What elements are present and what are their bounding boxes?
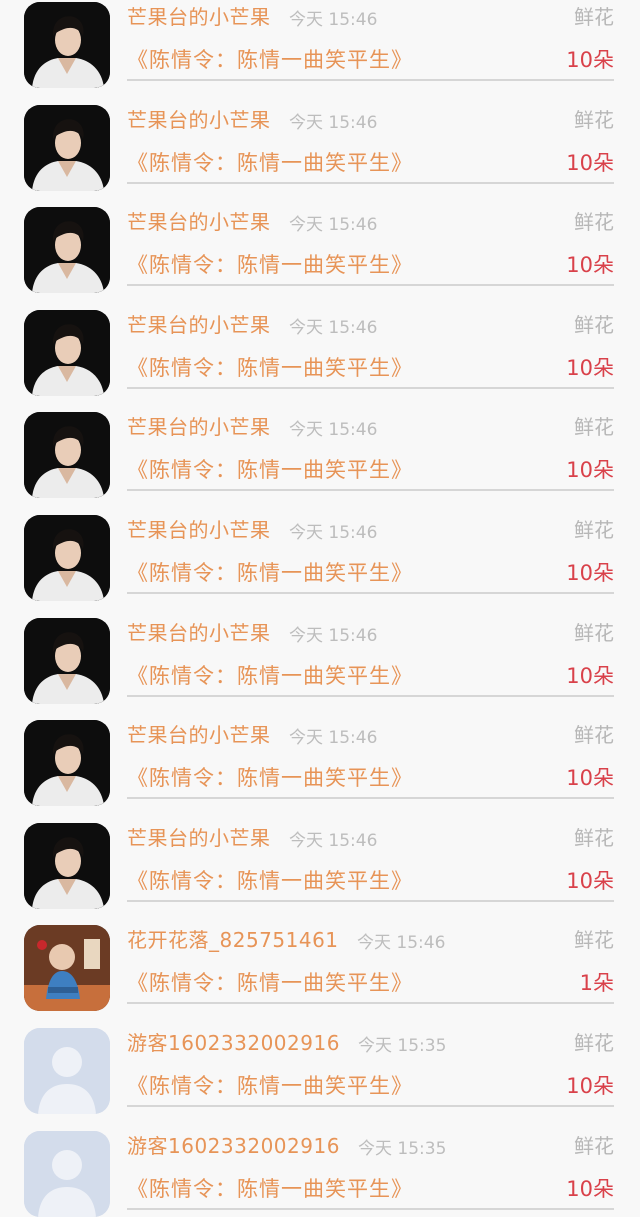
gift-count: 10朵 xyxy=(566,664,614,688)
gift-type: 鲜花 xyxy=(574,415,614,439)
avatar[interactable] xyxy=(24,105,110,191)
drama-title[interactable]: 《陈情令：陈情一曲笑平生》 xyxy=(127,660,413,690)
timestamp: 今天 15:35 xyxy=(358,1139,447,1159)
timestamp: 今天 15:46 xyxy=(289,10,378,30)
gift-type: 鲜花 xyxy=(574,313,614,337)
gift-count: 10朵 xyxy=(566,1074,614,1098)
user-name[interactable]: 芒果台的小芒果 xyxy=(127,104,271,133)
drama-title[interactable]: 《陈情令：陈情一曲笑平生》 xyxy=(127,1070,413,1100)
gift-count: 10朵 xyxy=(566,48,614,72)
gift-type: 鲜花 xyxy=(574,723,614,747)
gift-count: 1朵 xyxy=(579,971,614,995)
user-name[interactable]: 花开花落_825751461 xyxy=(127,924,339,953)
default-avatar[interactable] xyxy=(24,1028,110,1114)
timestamp: 今天 15:46 xyxy=(289,113,378,133)
timestamp: 今天 15:46 xyxy=(289,831,378,851)
gift-type: 鲜花 xyxy=(574,108,614,132)
gift-type: 鲜花 xyxy=(574,210,614,234)
drama-title[interactable]: 《陈情令：陈情一曲笑平生》 xyxy=(127,865,413,895)
gift-type: 鲜花 xyxy=(574,826,614,850)
avatar[interactable] xyxy=(24,618,110,704)
row-divider xyxy=(127,695,614,697)
list-item[interactable]: 芒果台的小芒果 今天 15:46 鲜花《陈情令：陈情一曲笑平生》 10朵 xyxy=(0,292,640,396)
drama-title[interactable]: 《陈情令：陈情一曲笑平生》 xyxy=(127,352,413,382)
drama-title[interactable]: 《陈情令：陈情一曲笑平生》 xyxy=(127,967,413,997)
timestamp: 今天 15:46 xyxy=(289,728,378,748)
gift-type: 鲜花 xyxy=(574,928,614,952)
list-item[interactable]: 芒果台的小芒果 今天 15:46 鲜花《陈情令：陈情一曲笑平生》 10朵 xyxy=(0,0,640,88)
row-divider xyxy=(127,284,614,286)
user-name[interactable]: 芒果台的小芒果 xyxy=(127,719,271,748)
timestamp: 今天 15:46 xyxy=(289,420,378,440)
row-divider xyxy=(127,1105,614,1107)
user-name[interactable]: 芒果台的小芒果 xyxy=(127,1,271,30)
avatar[interactable] xyxy=(24,310,110,396)
user-name[interactable]: 芒果台的小芒果 xyxy=(127,411,271,440)
row-divider xyxy=(127,1208,614,1210)
drama-title[interactable]: 《陈情令：陈情一曲笑平生》 xyxy=(127,557,413,587)
avatar[interactable] xyxy=(24,925,110,1011)
default-avatar[interactable] xyxy=(24,1131,110,1217)
row-divider xyxy=(127,489,614,491)
list-item[interactable]: 芒果台的小芒果 今天 15:46 鲜花《陈情令：陈情一曲笑平生》 10朵 xyxy=(0,702,640,806)
drama-title[interactable]: 《陈情令：陈情一曲笑平生》 xyxy=(127,454,413,484)
list-item[interactable]: 芒果台的小芒果 今天 15:46 鲜花《陈情令：陈情一曲笑平生》 10朵 xyxy=(0,189,640,293)
row-divider xyxy=(127,592,614,594)
row-divider xyxy=(127,1002,614,1004)
drama-title[interactable]: 《陈情令：陈情一曲笑平生》 xyxy=(127,44,413,74)
list-item[interactable]: 游客1602332002916 今天 15:35 鲜花《陈情令：陈情一曲笑平生》 10… xyxy=(0,1010,640,1114)
row-divider xyxy=(127,387,614,389)
avatar[interactable] xyxy=(24,823,110,909)
user-name[interactable]: 芒果台的小芒果 xyxy=(127,617,271,646)
timestamp: 今天 15:46 xyxy=(289,626,378,646)
gift-type: 鲜花 xyxy=(574,1031,614,1055)
list-item[interactable]: 芒果台的小芒果 今天 15:46 鲜花《陈情令：陈情一曲笑平生》 10朵 xyxy=(0,394,640,498)
user-name[interactable]: 芒果台的小芒果 xyxy=(127,822,271,851)
list-item[interactable]: 花开花落_825751461 今天 15:46 鲜花《陈情令：陈情一曲笑平生》 1朵 xyxy=(0,907,640,1011)
gift-count: 10朵 xyxy=(566,151,614,175)
gift-count: 10朵 xyxy=(566,458,614,482)
gift-count: 10朵 xyxy=(566,766,614,790)
row-divider xyxy=(127,182,614,184)
gift-type: 鲜花 xyxy=(574,5,614,29)
gift-count: 10朵 xyxy=(566,356,614,380)
gift-record-list: 芒果台的小芒果 今天 15:46 鲜花 《陈情令：陈情一曲笑平生》 10朵 芒果台的小芒… xyxy=(0,0,640,1217)
avatar[interactable] xyxy=(24,515,110,601)
row-divider xyxy=(127,79,614,81)
list-item[interactable]: 芒果台的小芒果 今天 15:46 鲜花《陈情令：陈情一曲笑平生》 10朵 xyxy=(0,600,640,704)
row-divider xyxy=(127,900,614,902)
list-item[interactable]: 芒果台的小芒果 今天 15:46 鲜花《陈情令：陈情一曲笑平生》 10朵 xyxy=(0,805,640,909)
avatar[interactable] xyxy=(24,207,110,293)
list-item[interactable]: 芒果台的小芒果 今天 15:46 鲜花《陈情令：陈情一曲笑平生》 10朵 xyxy=(0,497,640,601)
user-name[interactable]: 游客1602332002916 xyxy=(127,1027,340,1056)
user-name[interactable]: 芒果台的小芒果 xyxy=(127,309,271,338)
gift-type: 鲜花 xyxy=(574,1134,614,1158)
avatar[interactable] xyxy=(24,2,110,88)
timestamp: 今天 15:46 xyxy=(289,215,378,235)
timestamp: 今天 15:46 xyxy=(289,318,378,338)
drama-title[interactable]: 《陈情令：陈情一曲笑平生》 xyxy=(127,147,413,177)
list-item[interactable]: 游客1602332002916 今天 15:35 鲜花《陈情令：陈情一曲笑平生》 10… xyxy=(0,1113,640,1217)
user-name[interactable]: 芒果台的小芒果 xyxy=(127,514,271,543)
drama-title[interactable]: 《陈情令：陈情一曲笑平生》 xyxy=(127,762,413,792)
user-name[interactable]: 游客1602332002916 xyxy=(127,1130,340,1159)
timestamp: 今天 15:46 xyxy=(289,523,378,543)
gift-count: 10朵 xyxy=(566,561,614,585)
row-divider xyxy=(127,797,614,799)
timestamp: 今天 15:46 xyxy=(357,933,446,953)
timestamp: 今天 15:35 xyxy=(358,1036,447,1056)
gift-type: 鲜花 xyxy=(574,621,614,645)
gift-count: 10朵 xyxy=(566,253,614,277)
gift-count: 10朵 xyxy=(566,1177,614,1201)
gift-count: 10朵 xyxy=(566,869,614,893)
drama-title[interactable]: 《陈情令：陈情一曲笑平生》 xyxy=(127,249,413,279)
avatar[interactable] xyxy=(24,412,110,498)
avatar[interactable] xyxy=(24,720,110,806)
gift-type: 鲜花 xyxy=(574,518,614,542)
list-item[interactable]: 芒果台的小芒果 今天 15:46 鲜花《陈情令：陈情一曲笑平生》 10朵 xyxy=(0,87,640,191)
user-name[interactable]: 芒果台的小芒果 xyxy=(127,206,271,235)
drama-title[interactable]: 《陈情令：陈情一曲笑平生》 xyxy=(127,1173,413,1203)
